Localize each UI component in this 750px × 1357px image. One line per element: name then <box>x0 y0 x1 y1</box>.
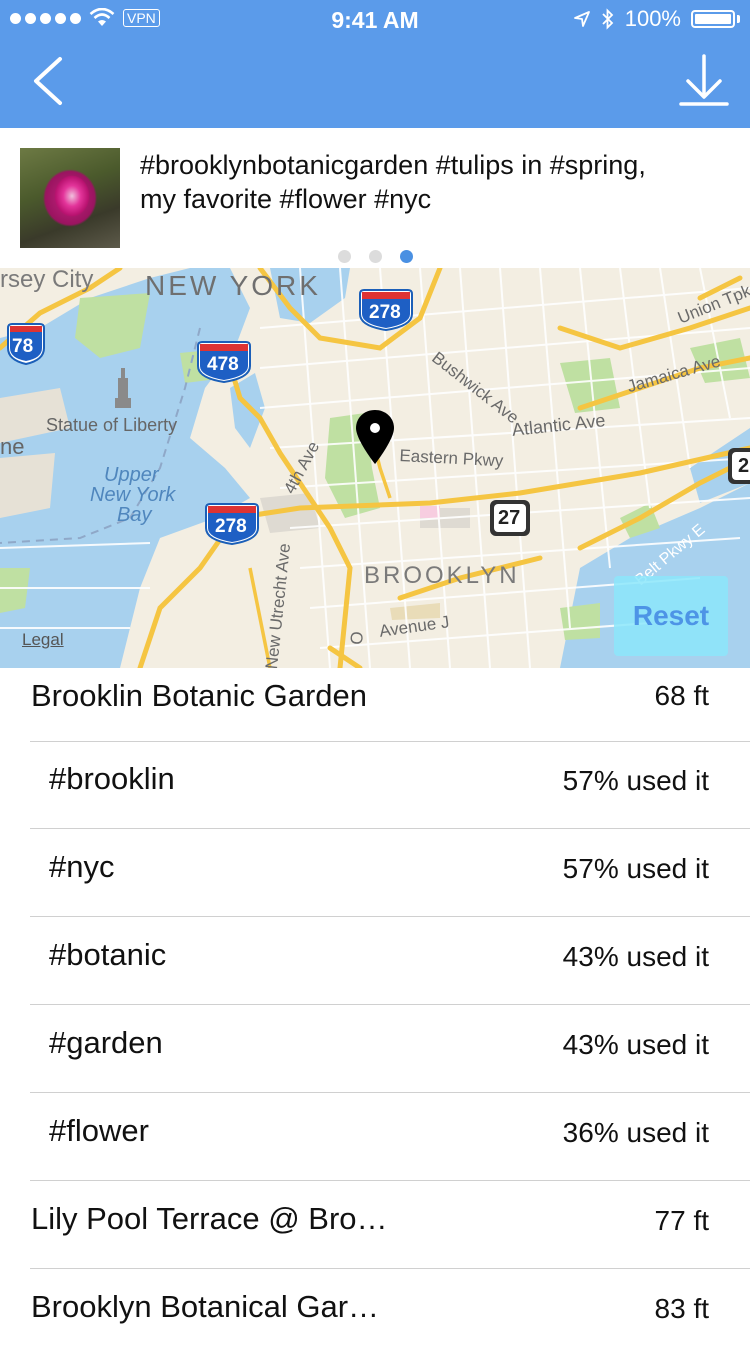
back-button[interactable] <box>30 56 70 106</box>
tag-name: #botanic <box>49 937 167 972</box>
caption-line-2: my favorite #flower #nyc <box>140 184 432 214</box>
app-header: VPN 9:41 AM 100% <box>0 0 750 128</box>
place-distance: 68 ft <box>654 680 709 711</box>
place-name: Lily Pool Terrace @ Bro… <box>31 1201 388 1236</box>
location-arrow-icon <box>573 11 590 27</box>
reset-button[interactable]: Reset <box>614 576 728 656</box>
download-button[interactable] <box>678 54 730 108</box>
map-label-o: O <box>347 630 367 646</box>
tag-usage: 57% used it <box>562 765 709 796</box>
tag-name: #flower <box>49 1113 149 1148</box>
tag-list: #brooklin 57% used it #nyc 57% used it #… <box>0 741 750 1357</box>
map-label-jersey-city: rsey City <box>0 268 94 293</box>
place-name: Brooklin Botanic Garden <box>31 678 368 713</box>
bluetooth-icon <box>602 8 613 30</box>
shield-27-label: 27 <box>498 507 521 529</box>
caption-line-1: #brooklynbotanicgarden #tulips in #sprin… <box>140 150 646 180</box>
tag-name: #nyc <box>49 849 115 884</box>
tag-usage: 43% used it <box>562 1029 709 1060</box>
place-distance: 77 ft <box>654 1205 709 1236</box>
battery-cap <box>737 15 740 23</box>
map-label-bay: Bay <box>117 504 152 526</box>
post-preview: #brooklynbotanicgarden #tulips in #sprin… <box>0 128 750 268</box>
tag-row[interactable]: #garden 43% used it <box>0 1005 750 1093</box>
post-thumbnail[interactable] <box>20 148 120 248</box>
battery-icon <box>691 10 735 28</box>
page-dot-active <box>399 250 413 263</box>
tag-name: #garden <box>49 1025 163 1060</box>
tag-row[interactable]: #botanic 43% used it <box>0 917 750 1005</box>
post-caption: #brooklynbotanicgarden #tulips in #sprin… <box>140 148 720 216</box>
shield-edge-label: 2 <box>738 455 750 477</box>
page-dot <box>337 250 351 263</box>
tag-usage: 43% used it <box>562 941 709 972</box>
shield-278-bottom-label: 278 <box>215 516 247 537</box>
battery-percent: 100% <box>624 6 681 31</box>
map-view[interactable]: 78 278 478 278 27 2 rsey City NEW YORK S… <box>0 268 750 668</box>
tag-row[interactable]: #nyc 57% used it <box>0 829 750 917</box>
place-name: Brooklyn Botanical Gar… <box>31 1289 380 1324</box>
page-dot <box>368 250 382 263</box>
tag-usage: 57% used it <box>562 853 709 884</box>
place-row[interactable]: Lily Pool Terrace @ Bro… 77 ft <box>0 1181 750 1269</box>
legal-link[interactable]: Legal <box>22 630 64 650</box>
shield-278-top-label: 278 <box>369 302 401 323</box>
tag-row[interactable]: #flower 36% used it <box>0 1093 750 1181</box>
shield-78-label: 78 <box>12 336 34 357</box>
shield-478-label: 478 <box>207 354 239 375</box>
map-label-ne: ne <box>0 434 25 459</box>
tag-row[interactable]: #brooklin 57% used it <box>0 741 750 829</box>
map-label-statue: Statue of Liberty <box>46 415 178 435</box>
status-right: 100% <box>573 6 740 32</box>
tag-usage: 36% used it <box>562 1117 709 1148</box>
map-label-brooklyn: BROOKLYN <box>364 562 520 589</box>
map-label-new-york: NEW YORK <box>145 270 321 301</box>
place-distance: 83 ft <box>654 1293 709 1324</box>
place-row[interactable]: Brooklyn Botanical Gar… 83 ft <box>0 1269 750 1357</box>
page-indicator[interactable] <box>0 250 750 263</box>
status-bar: VPN 9:41 AM 100% <box>0 0 750 40</box>
tag-name: #brooklin <box>49 761 175 796</box>
